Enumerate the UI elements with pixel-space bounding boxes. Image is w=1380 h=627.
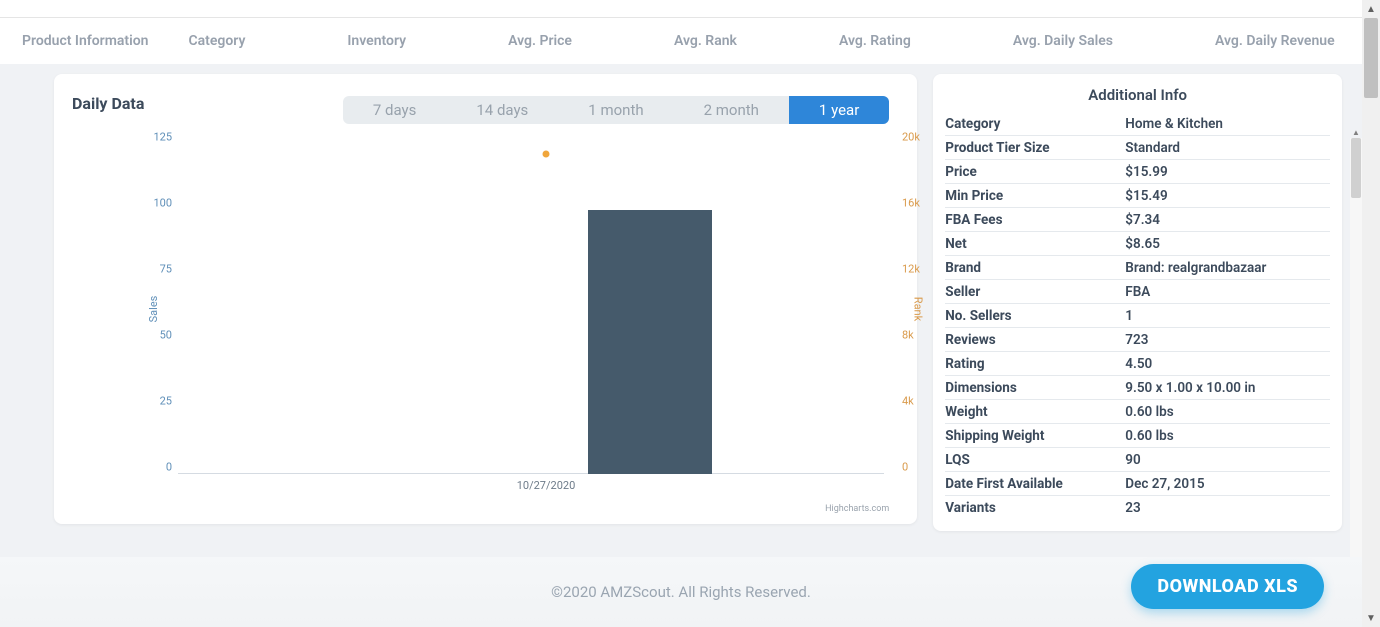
daily-data-chart-card: Daily Data 7 days 14 days 1 month 2 mont… (54, 74, 917, 524)
col-avg-price[interactable]: Avg. Price (508, 33, 572, 49)
info-key: Weight (945, 404, 1125, 420)
scroll-up-icon[interactable]: ▲ (1350, 126, 1362, 138)
range-14-days[interactable]: 14 days (446, 96, 558, 124)
range-1-year[interactable]: 1 year (789, 96, 889, 124)
info-key: Seller (945, 284, 1125, 300)
info-value: $7.34 (1125, 212, 1160, 228)
info-row: Reviews723 (945, 328, 1330, 352)
range-7-days[interactable]: 7 days (343, 96, 447, 124)
y-left-tick: 0 (166, 461, 172, 474)
info-key: Variants (945, 500, 1125, 516)
col-avg-daily-sales[interactable]: Avg. Daily Sales (1013, 33, 1113, 49)
info-key: Rating (945, 356, 1125, 372)
info-value: 0.60 lbs (1125, 404, 1173, 420)
info-row: Shipping Weight0.60 lbs (945, 424, 1330, 448)
info-row: Rating4.50 (945, 352, 1330, 376)
info-value: Dec 27, 2015 (1125, 476, 1204, 492)
info-value: Brand: realgrandbazaar (1125, 260, 1266, 276)
info-value: 23 (1125, 500, 1140, 516)
y-right-tick: 20k (902, 131, 920, 144)
y-right-tick: 8k (902, 329, 914, 342)
info-value: $8.65 (1125, 236, 1160, 252)
download-xls-button[interactable]: DOWNLOAD XLS (1131, 564, 1324, 609)
column-header-row: Product Information Category Inventory A… (0, 18, 1362, 64)
col-avg-rating[interactable]: Avg. Rating (839, 33, 911, 49)
info-key: Date First Available (945, 476, 1125, 492)
chart-plot-area[interactable]: 0 25 50 75 100 125 0 4k 8k 12k 16k 20k S… (114, 144, 894, 474)
info-title: Additional Info (945, 82, 1330, 112)
info-key: Product Tier Size (945, 140, 1125, 156)
info-row: Product Tier SizeStandard (945, 136, 1330, 160)
info-value: FBA (1125, 284, 1150, 300)
info-row: Variants23 (945, 496, 1330, 519)
info-value: 1 (1125, 308, 1133, 324)
y-left-tick: 25 (160, 395, 172, 408)
info-value: $15.49 (1125, 188, 1167, 204)
info-row: Weight0.60 lbs (945, 400, 1330, 424)
info-value: 723 (1125, 332, 1148, 348)
info-key: Shipping Weight (945, 428, 1125, 444)
info-key: No. Sellers (945, 308, 1125, 324)
col-inventory[interactable]: Inventory (347, 33, 406, 49)
info-row: FBA Fees$7.34 (945, 208, 1330, 232)
chart-point-rank[interactable] (543, 151, 550, 158)
info-key: Net (945, 236, 1125, 252)
x-axis-tick-label: 10/27/2020 (517, 479, 576, 492)
additional-info-card: Additional Info CategoryHome & KitchenPr… (933, 74, 1342, 531)
x-axis-line (178, 473, 884, 474)
y-axis-label-rank: Rank (911, 297, 924, 321)
main-scrollbar[interactable]: ▲ ▼ (1362, 0, 1380, 627)
info-key: FBA Fees (945, 212, 1125, 228)
range-1-month[interactable]: 1 month (558, 96, 673, 124)
inner-scrollbar[interactable]: ▲ ▼ (1350, 138, 1362, 608)
window-header-strip (0, 0, 1362, 18)
info-row: No. Sellers1 (945, 304, 1330, 328)
info-key: Min Price (945, 188, 1125, 204)
info-key: Reviews (945, 332, 1125, 348)
y-right-tick: 16k (902, 197, 920, 210)
info-key: Category (945, 116, 1125, 132)
info-row: Date First AvailableDec 27, 2015 (945, 472, 1330, 496)
info-row: Price$15.99 (945, 160, 1330, 184)
inner-scroll-thumb[interactable] (1351, 138, 1361, 198)
info-row: BrandBrand: realgrandbazaar (945, 256, 1330, 280)
info-row: SellerFBA (945, 280, 1330, 304)
chart-bar-sales[interactable] (588, 210, 712, 474)
col-avg-daily-revenue[interactable]: Avg. Daily Revenue (1215, 33, 1335, 49)
info-row: Min Price$15.49 (945, 184, 1330, 208)
chart-credit: Highcharts.com (825, 504, 889, 514)
info-value: 0.60 lbs (1125, 428, 1173, 444)
info-value: Home & Kitchen (1125, 116, 1223, 132)
y-axis-label-sales: Sales (147, 296, 160, 323)
info-value: 4.50 (1125, 356, 1152, 372)
y-left-tick: 50 (160, 329, 172, 342)
y-right-tick: 12k (902, 263, 920, 276)
y-right-tick: 0 (902, 461, 908, 474)
main-scroll-thumb[interactable] (1364, 18, 1378, 98)
info-key: Brand (945, 260, 1125, 276)
info-row: Net$8.65 (945, 232, 1330, 256)
col-product-information[interactable]: Product Information (22, 33, 148, 49)
info-row: CategoryHome & Kitchen (945, 112, 1330, 136)
info-row: LQS90 (945, 448, 1330, 472)
y-left-tick: 100 (153, 197, 172, 210)
info-value: 90 (1125, 452, 1140, 468)
info-row: Dimensions9.50 x 1.00 x 10.00 in (945, 376, 1330, 400)
y-right-tick: 4k (902, 395, 914, 408)
info-value: $15.99 (1125, 164, 1167, 180)
info-value: 9.50 x 1.00 x 10.00 in (1125, 380, 1255, 396)
range-2-month[interactable]: 2 month (674, 96, 789, 124)
scroll-up-icon[interactable]: ▲ (1362, 0, 1380, 18)
scroll-down-icon[interactable]: ▼ (1362, 609, 1380, 627)
info-key: Dimensions (945, 380, 1125, 396)
y-left-tick: 125 (153, 131, 172, 144)
info-key: LQS (945, 452, 1125, 468)
y-left-tick: 75 (160, 263, 172, 276)
info-key: Price (945, 164, 1125, 180)
col-category[interactable]: Category (188, 33, 245, 49)
time-range-selector: 7 days 14 days 1 month 2 month 1 year (343, 96, 889, 124)
col-avg-rank[interactable]: Avg. Rank (674, 33, 737, 49)
info-value: Standard (1125, 140, 1180, 156)
